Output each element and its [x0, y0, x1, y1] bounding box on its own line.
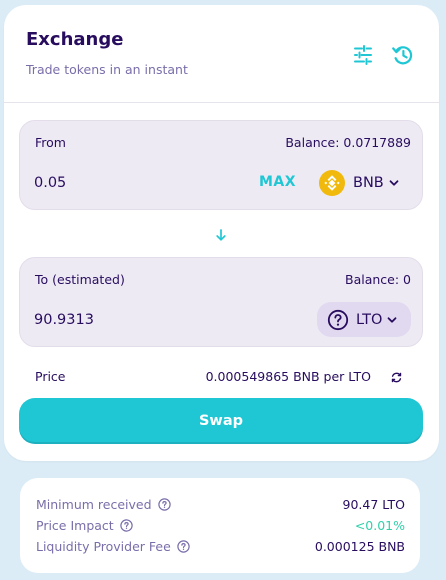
- bnb-logo-icon: [319, 170, 345, 196]
- price-value: 0.000549865 BNB per LTO: [205, 369, 371, 384]
- max-button[interactable]: MAX: [259, 174, 296, 190]
- price-label: Price: [35, 369, 66, 384]
- from-token-select[interactable]: BNB: [319, 167, 405, 199]
- to-token-select[interactable]: LTO: [317, 302, 411, 337]
- detail-row-price-impact: Price Impact <0.01%: [36, 516, 405, 534]
- trade-details-card: Minimum received 90.47 LTO Price Impact: [20, 478, 420, 573]
- to-balance: Balance: 0: [345, 272, 411, 287]
- unknown-token-question-icon: [327, 309, 349, 331]
- liquidity-provider-fee-label: Liquidity Provider Fee: [36, 538, 171, 554]
- history-clock-icon[interactable]: [391, 43, 415, 67]
- arrow-down-icon[interactable]: [214, 227, 228, 241]
- to-currency-panel: To (estimated) Balance: 0 LTO: [19, 257, 423, 347]
- from-label: From: [35, 135, 66, 150]
- detail-row-minimum-received: Minimum received 90.47 LTO: [36, 495, 405, 513]
- from-token-symbol: BNB: [353, 175, 384, 191]
- swap-button[interactable]: Swap: [19, 398, 423, 444]
- chevron-down-icon: [388, 177, 400, 189]
- to-label: To (estimated): [35, 272, 125, 287]
- card-header: Exchange Trade tokens in an instant: [4, 5, 439, 103]
- price-impact-value: <0.01%: [354, 517, 405, 533]
- price-impact-label: Price Impact: [36, 517, 114, 533]
- page-title: Exchange: [26, 29, 124, 50]
- page-subtitle: Trade tokens in an instant: [26, 62, 188, 77]
- to-token-symbol: LTO: [356, 311, 383, 328]
- to-amount-input[interactable]: [34, 308, 214, 332]
- minimum-received-label: Minimum received: [36, 496, 152, 512]
- minimum-received-value: 90.47 LTO: [342, 496, 405, 512]
- refresh-icon[interactable]: [390, 369, 403, 383]
- exchange-page: Exchange Trade tokens in an instant From…: [0, 0, 446, 580]
- help-question-icon[interactable]: [120, 518, 133, 532]
- help-question-icon[interactable]: [157, 497, 171, 511]
- from-balance: Balance: 0.0717889: [285, 135, 411, 150]
- from-currency-panel: From Balance: 0.0717889 MAX: [19, 120, 423, 210]
- help-question-icon[interactable]: [177, 539, 190, 553]
- settings-sliders-icon[interactable]: [351, 43, 375, 67]
- from-amount-input[interactable]: [34, 171, 214, 195]
- exchange-card: Exchange Trade tokens in an instant From…: [4, 5, 439, 461]
- detail-row-liquidity-provider-fee: Liquidity Provider Fee 0.000125 BNB: [36, 537, 405, 555]
- chevron-down-icon: [386, 314, 398, 326]
- liquidity-provider-fee-value: 0.000125 BNB: [314, 538, 405, 554]
